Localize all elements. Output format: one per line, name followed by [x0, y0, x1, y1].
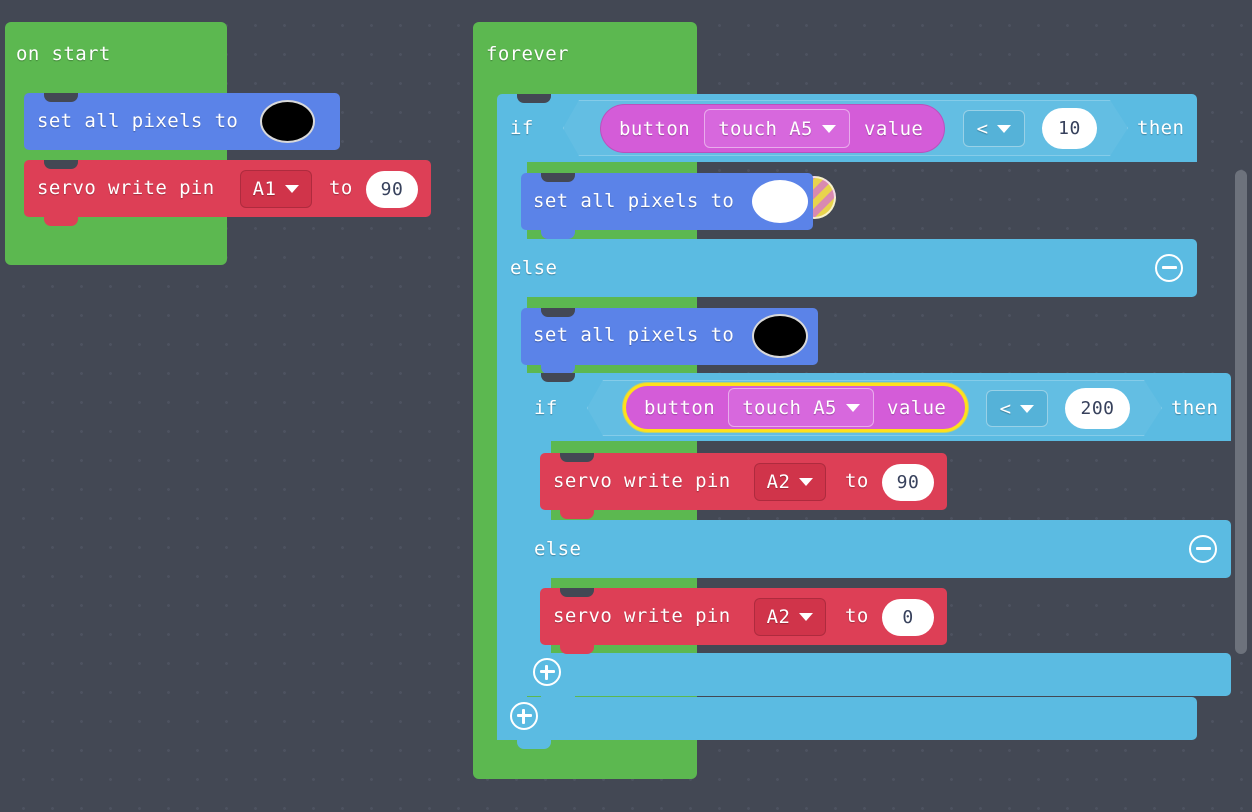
- block-notch: [44, 217, 78, 226]
- vertical-scrollbar-thumb[interactable]: [1235, 170, 1247, 654]
- servo-write-label: servo write pin: [553, 470, 731, 492]
- set-all-pixels-label: set all pixels to: [37, 110, 239, 132]
- chevron-down-icon: [997, 124, 1012, 133]
- servo-angle-field-a2-90[interactable]: 90: [882, 464, 934, 501]
- blocks-workspace[interactable]: on start set all pixels to servo write p…: [0, 0, 1252, 812]
- color-swatch-black[interactable]: [260, 100, 315, 143]
- servo-angle-field-a1[interactable]: 90: [366, 171, 418, 208]
- servo-write-label: servo write pin: [37, 177, 215, 199]
- block-notch: [541, 230, 575, 239]
- minus-icon-outer-if[interactable]: [1155, 254, 1183, 282]
- comparison-operator-value: <: [976, 117, 989, 140]
- block-notch: [560, 510, 594, 519]
- minus-icon-inner-if[interactable]: [1189, 535, 1217, 563]
- block-notch: [541, 373, 575, 382]
- chevron-down-icon: [821, 124, 836, 133]
- chevron-down-icon: [799, 478, 814, 486]
- servo-pin-value: A2: [766, 606, 791, 628]
- if-block-outer-footer[interactable]: [497, 697, 1197, 740]
- plus-icon-inner-if[interactable]: [533, 658, 561, 686]
- servo-pin-value: A1: [252, 178, 277, 200]
- then-outer-label: then: [1137, 117, 1185, 139]
- servo-pin-dropdown-a2-90[interactable]: A2: [754, 463, 826, 501]
- comparison-operator-dropdown-inner[interactable]: <: [986, 390, 1048, 427]
- block-notch: [517, 94, 551, 103]
- comparison-operand-field-outer[interactable]: 10: [1042, 108, 1097, 149]
- forever-label: forever: [486, 43, 569, 65]
- block-notch: [541, 696, 575, 705]
- reporter-prefix-label: button: [644, 396, 716, 419]
- chevron-down-icon: [845, 403, 860, 412]
- reporter-suffix-label: value: [864, 117, 924, 140]
- comparison-operand-field-inner[interactable]: 200: [1065, 388, 1130, 429]
- block-notch: [560, 588, 594, 597]
- chevron-down-icon: [285, 185, 300, 193]
- block-notch: [560, 453, 594, 462]
- comparison-operator-dropdown-outer[interactable]: <: [963, 110, 1025, 147]
- color-swatch-black[interactable]: [752, 314, 808, 358]
- button-value-reporter-inner[interactable]: button touch A5 value: [623, 383, 968, 432]
- servo-write-label: servo write pin: [553, 605, 731, 627]
- button-source-dropdown-inner[interactable]: touch A5: [728, 388, 875, 427]
- if-block-inner-footer[interactable]: [521, 653, 1231, 696]
- if-block-outer-else-bar[interactable]: [497, 239, 1197, 297]
- block-notch: [44, 160, 78, 169]
- reporter-suffix-label: value: [887, 396, 947, 419]
- block-notch: [541, 173, 575, 182]
- servo-angle-field-a2-0[interactable]: 0: [882, 599, 934, 636]
- chevron-down-icon: [1020, 404, 1035, 413]
- servo-pin-dropdown-a1[interactable]: A1: [240, 170, 312, 208]
- button-source-dropdown-outer[interactable]: touch A5: [704, 109, 851, 148]
- chevron-down-icon: [799, 613, 814, 621]
- else-outer-label: else: [510, 257, 558, 279]
- color-swatch-white[interactable]: [752, 180, 808, 223]
- set-all-pixels-label: set all pixels to: [533, 190, 735, 212]
- servo-to-label: to: [845, 470, 869, 492]
- if-inner-label: if: [534, 397, 558, 419]
- minus-bar: [1195, 547, 1211, 551]
- plus-bar-vertical: [545, 664, 549, 680]
- servo-to-label: to: [845, 605, 869, 627]
- if-outer-label: if: [510, 117, 534, 139]
- servo-to-label: to: [329, 177, 353, 199]
- plus-bar-vertical: [522, 708, 526, 724]
- reporter-prefix-label: button: [619, 117, 691, 140]
- block-notch: [517, 740, 551, 749]
- servo-pin-value: A2: [766, 471, 791, 493]
- else-inner-label: else: [534, 538, 582, 560]
- then-inner-label: then: [1171, 397, 1219, 419]
- block-notch: [560, 645, 594, 654]
- if-block-inner-else-bar[interactable]: [521, 520, 1231, 578]
- block-notch: [44, 93, 78, 102]
- button-source-value: touch A5: [742, 396, 837, 419]
- on-start-label: on start: [16, 43, 111, 65]
- button-source-value: touch A5: [718, 117, 813, 140]
- set-all-pixels-label: set all pixels to: [533, 324, 735, 346]
- comparison-operator-value: <: [999, 397, 1012, 420]
- block-notch: [541, 308, 575, 317]
- servo-pin-dropdown-a2-0[interactable]: A2: [754, 598, 826, 636]
- minus-bar: [1161, 266, 1177, 270]
- button-value-reporter-outer[interactable]: button touch A5 value: [600, 104, 945, 153]
- plus-icon-outer-if[interactable]: [510, 702, 538, 730]
